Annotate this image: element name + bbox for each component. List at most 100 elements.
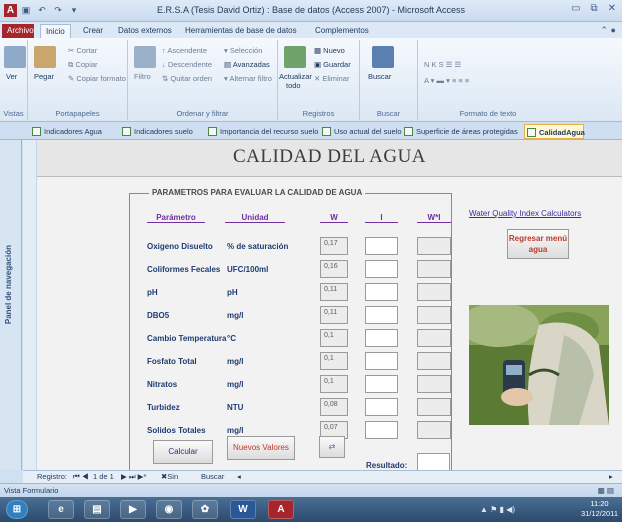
parameter-name: Fosfato Total bbox=[147, 357, 197, 366]
ribbon-group-vistas: Ver Vistas bbox=[0, 40, 28, 120]
buscar-button[interactable]: Buscar bbox=[368, 72, 391, 81]
seleccion-button[interactable]: ▾ Selección bbox=[224, 46, 262, 55]
actualizar-button[interactable]: Actualizar bbox=[279, 72, 312, 81]
record-search-field[interactable]: Buscar bbox=[201, 471, 224, 483]
index-input[interactable] bbox=[365, 421, 398, 439]
tab-inicio[interactable]: Inicio bbox=[40, 24, 71, 38]
tab-datos-externos[interactable]: Datos externos bbox=[113, 24, 177, 38]
index-input[interactable] bbox=[365, 237, 398, 255]
window-controls: ▭ ⧉ ✕ bbox=[571, 3, 616, 14]
system-tray-icons[interactable]: ▲ ⚑ ▮ ◀) bbox=[480, 505, 515, 514]
resultado-field[interactable] bbox=[417, 453, 450, 471]
parameter-name: Cambio Temperatura bbox=[147, 334, 227, 343]
tab-uso-actual-suelo[interactable]: Uso actual del suelo bbox=[320, 124, 402, 139]
maximize-icon[interactable]: ⧉ bbox=[590, 3, 597, 14]
navigation-pane[interactable]: Panel de navegación bbox=[0, 140, 22, 470]
actualizar-todo-label: todo bbox=[286, 81, 301, 90]
close-icon[interactable]: ✕ bbox=[608, 3, 616, 14]
filter-icon[interactable] bbox=[134, 46, 156, 68]
paste-icon[interactable] bbox=[34, 46, 56, 68]
regresar-menu-agua-button[interactable]: Regresar menú agua bbox=[507, 229, 569, 259]
minimize-icon[interactable]: ▭ bbox=[571, 3, 580, 14]
nuevos-valores-button[interactable]: Nuevos Valores bbox=[227, 436, 295, 460]
parameter-name: Nitratos bbox=[147, 380, 178, 389]
bold-italic-underline-icon[interactable]: N K S ☰ ☰ bbox=[424, 60, 461, 69]
parameter-name: Oxigeno Disuelto bbox=[147, 242, 213, 251]
title-bar: A ▣ ↶ ↷ ▾ E.R.S.A (Tesis David Ortiz) : … bbox=[0, 0, 622, 22]
ie-icon[interactable]: e bbox=[48, 500, 74, 519]
index-input[interactable] bbox=[365, 398, 398, 416]
first-record-icon[interactable]: ⏮ ◀ bbox=[73, 471, 89, 483]
tab-indicadores-agua[interactable]: Indicadores Agua bbox=[30, 124, 102, 139]
record-selector[interactable] bbox=[23, 140, 37, 470]
tab-importancia-recurso-suelo[interactable]: Importancia del recurso suelo bbox=[206, 124, 318, 139]
weight-field: 0,08 bbox=[320, 398, 348, 416]
tab-herramientas-bd[interactable]: Herramientas de base de datos bbox=[180, 24, 302, 38]
parameter-name: Coliformes Fecales bbox=[147, 265, 221, 274]
ascendente-button[interactable]: ↑ Ascendente bbox=[162, 46, 207, 55]
hscroll-right-icon[interactable]: ▸ bbox=[609, 471, 613, 483]
index-input[interactable] bbox=[365, 352, 398, 370]
guardar-button[interactable]: ▣ Guardar bbox=[314, 60, 351, 69]
parameter-unit: % de saturación bbox=[227, 242, 289, 251]
binoculars-icon[interactable] bbox=[372, 46, 394, 68]
people-icon[interactable]: ✿ bbox=[192, 500, 218, 519]
alternar-filtro-button[interactable]: ▾ Alternar filtro bbox=[224, 74, 272, 83]
tab-complementos[interactable]: Complementos bbox=[310, 24, 374, 38]
eliminar-button[interactable]: ✕ Eliminar bbox=[314, 74, 349, 83]
view-icon[interactable] bbox=[4, 46, 26, 68]
parameter-name: Turbidez bbox=[147, 403, 180, 412]
group-label-buscar: Buscar bbox=[376, 109, 401, 118]
water-sampling-photo bbox=[469, 305, 609, 425]
tab-indicadores-suelo[interactable]: Indicadores suelo bbox=[120, 124, 193, 139]
explorer-folder-icon[interactable]: ▤ bbox=[84, 500, 110, 519]
word-icon[interactable]: W bbox=[230, 500, 256, 519]
ribbon-group-formato: N K S ☰ ☰ A ▾ ▬ ▾ ≡ ≡ ≡ Formato de texto bbox=[418, 40, 558, 120]
view-switcher-icon[interactable]: ▦ ▤ bbox=[598, 484, 614, 497]
font-color-icon[interactable]: A ▾ ▬ ▾ ≡ ≡ ≡ bbox=[424, 76, 469, 85]
weighted-index-field bbox=[417, 283, 451, 301]
weighted-index-field bbox=[417, 237, 451, 255]
record-position[interactable]: 1 de 1 bbox=[93, 471, 114, 483]
clock-time: 11:20 bbox=[590, 499, 609, 508]
app-icon[interactable]: ◉ bbox=[156, 500, 182, 519]
media-player-icon[interactable]: ▶ bbox=[120, 500, 146, 519]
status-bar: Vista Formulario ▦ ▤ bbox=[0, 483, 622, 497]
tab-superficie-areas-protegidas[interactable]: Superficie de áreas protegidas bbox=[402, 124, 518, 139]
form-icon bbox=[208, 127, 217, 136]
descendente-button[interactable]: ↓ Descendente bbox=[162, 60, 212, 69]
quitar-orden-button[interactable]: ⇅ Quitar orden bbox=[162, 74, 212, 83]
avanzadas-button[interactable]: ▤ Avanzadas bbox=[224, 60, 270, 69]
calcular-button[interactable]: Calcular bbox=[153, 440, 213, 464]
index-input[interactable] bbox=[365, 260, 398, 278]
header-w: W bbox=[320, 213, 348, 223]
access-taskbar-icon[interactable]: A bbox=[268, 500, 294, 519]
export-icon-button[interactable]: ⇄ bbox=[319, 436, 345, 458]
help-icon[interactable]: ⌃ ● bbox=[601, 25, 616, 36]
refresh-icon[interactable] bbox=[284, 46, 306, 68]
group-label-registros: Registros bbox=[302, 109, 335, 118]
filtro-button[interactable]: Filtro bbox=[134, 72, 151, 81]
weighted-index-field bbox=[417, 375, 451, 393]
tab-crear[interactable]: Crear bbox=[78, 24, 108, 38]
index-input[interactable] bbox=[365, 306, 398, 324]
copiar-button[interactable]: ⧉ Copiar bbox=[68, 60, 98, 70]
next-record-icon[interactable]: ▶ ⏭ ▶* bbox=[121, 471, 146, 483]
cortar-button[interactable]: ✂ Cortar bbox=[68, 46, 97, 55]
ver-button[interactable]: Ver bbox=[6, 72, 17, 81]
tab-archivo[interactable]: Archivo bbox=[2, 24, 34, 38]
tab-calidad-agua[interactable]: CalidadAgua bbox=[524, 124, 585, 139]
water-quality-index-link[interactable]: Water Quality Index Calculators bbox=[469, 209, 581, 218]
start-button-icon[interactable]: ⊞ bbox=[6, 500, 28, 519]
hscroll-left-icon[interactable]: ◂ bbox=[237, 471, 241, 483]
filter-status[interactable]: ✖ Sin filtro bbox=[161, 471, 181, 493]
nav-pane-label: Panel de navegación bbox=[4, 245, 13, 325]
index-input[interactable] bbox=[365, 283, 398, 301]
index-input[interactable] bbox=[365, 375, 398, 393]
window-title: E.R.S.A (Tesis David Ortiz) : Base de da… bbox=[156, 5, 466, 15]
system-clock[interactable]: 11:20 31/12/2011 bbox=[581, 499, 618, 519]
copiar-formato-button[interactable]: ✎ Copiar formato bbox=[68, 74, 126, 83]
nuevo-button[interactable]: ▦ Nuevo bbox=[314, 46, 345, 55]
index-input[interactable] bbox=[365, 329, 398, 347]
pegar-button[interactable]: Pegar bbox=[34, 72, 54, 81]
